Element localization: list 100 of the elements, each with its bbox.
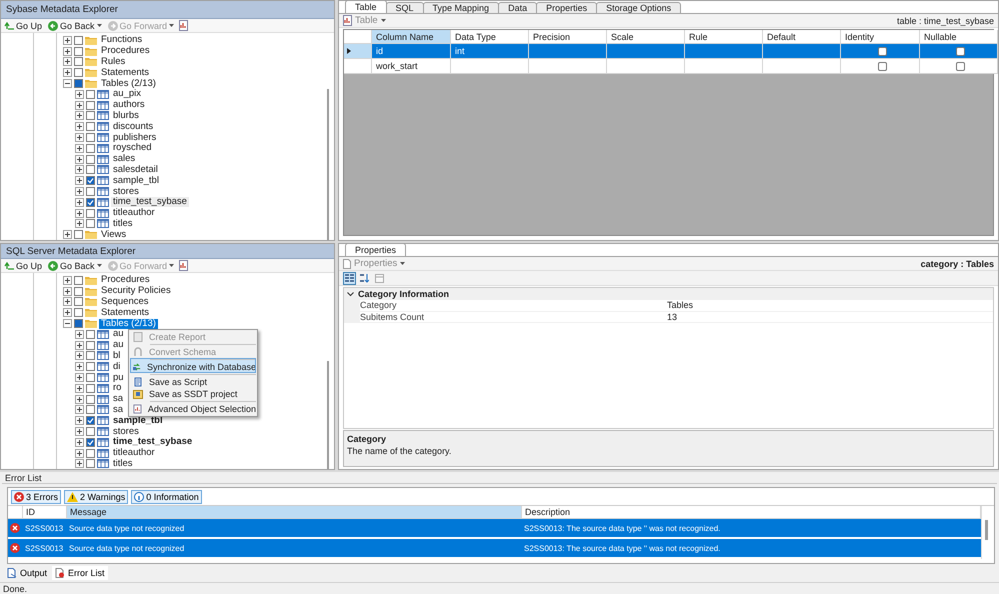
tree-item[interactable]: salesdetail: [111, 164, 160, 175]
expand-icon[interactable]: [75, 176, 84, 186]
expand-icon[interactable]: [75, 438, 84, 447]
table-cell[interactable]: [8, 519, 23, 537]
tab[interactable]: Type Mapping: [422, 2, 500, 13]
checkbox[interactable]: [74, 276, 83, 285]
tree-item[interactable]: sample_tbl: [111, 416, 165, 426]
checkbox[interactable]: [86, 122, 95, 132]
tree-item[interactable]: Statements: [99, 308, 152, 318]
filter-button[interactable]: 2 Warnings: [64, 490, 128, 504]
checkbox[interactable]: [86, 416, 95, 426]
expand-icon[interactable]: [75, 340, 84, 350]
tree-item[interactable]: stores: [111, 186, 141, 197]
expand-icon[interactable]: [75, 154, 84, 164]
checkbox[interactable]: [74, 297, 83, 306]
checkbox[interactable]: [74, 57, 83, 66]
checkbox[interactable]: [86, 176, 95, 186]
expand-icon[interactable]: [63, 68, 72, 78]
checkbox[interactable]: [86, 219, 95, 228]
checkbox[interactable]: [74, 308, 83, 318]
column-header[interactable]: Default: [763, 30, 841, 44]
expand-icon[interactable]: [75, 384, 84, 393]
table-cell[interactable]: int: [451, 44, 529, 59]
checkbox[interactable]: [86, 340, 95, 350]
table-cell[interactable]: [841, 59, 920, 74]
table-cell[interactable]: work_start: [372, 59, 451, 74]
column-header[interactable]: Identity: [841, 30, 920, 44]
menu-item[interactable]: Advanced Object Selection: [130, 400, 256, 415]
checkbox[interactable]: [878, 62, 886, 70]
column-header[interactable]: Column Name: [372, 30, 451, 44]
report-icon[interactable]: [179, 20, 188, 31]
tree-item[interactable]: time_test_sybase: [111, 197, 189, 208]
expand-icon[interactable]: [75, 219, 84, 228]
checkbox[interactable]: [86, 438, 95, 447]
table-cell[interactable]: [8, 539, 23, 557]
tab[interactable]: Data: [498, 2, 538, 13]
tree-item[interactable]: publishers: [111, 132, 158, 143]
tree-item[interactable]: Rules: [99, 56, 128, 67]
expand-icon[interactable]: [75, 165, 84, 174]
column-header[interactable]: Precision: [529, 30, 607, 44]
nav-button[interactable]: Go Up: [3, 259, 44, 272]
checkbox[interactable]: [956, 46, 965, 56]
checkbox[interactable]: [74, 46, 83, 56]
property-row[interactable]: Subitems Count 13: [344, 312, 993, 323]
table-cell[interactable]: S2SS0013: The source data type '' was not recognized.: [522, 539, 981, 557]
expand-icon[interactable]: [75, 111, 84, 120]
column-header[interactable]: Nullable: [920, 30, 998, 44]
expand-icon[interactable]: [63, 297, 72, 306]
tree-item[interactable]: au_pix: [111, 89, 143, 100]
tree-item[interactable]: Procedures: [99, 275, 152, 286]
expand-icon[interactable]: [75, 351, 84, 360]
expand-icon[interactable]: [63, 46, 72, 56]
table-cell[interactable]: S2SS0013: [23, 539, 67, 557]
checkbox[interactable]: [86, 187, 95, 196]
column-header[interactable]: Message: [67, 506, 522, 519]
expand-icon[interactable]: [75, 100, 84, 110]
expand-icon[interactable]: [75, 133, 84, 142]
checkbox[interactable]: [86, 384, 95, 393]
tree-item[interactable]: titleauthor: [111, 208, 157, 218]
checkbox[interactable]: [86, 144, 95, 153]
tree-item[interactable]: Security Policies: [99, 286, 173, 296]
tree-item[interactable]: Functions: [99, 35, 144, 46]
menu-item[interactable]: Synchronize with Database: [130, 358, 256, 373]
expand-icon[interactable]: [75, 208, 84, 218]
expand-icon[interactable]: [75, 198, 84, 207]
expand-icon[interactable]: [63, 36, 72, 45]
column-header[interactable]: Scale: [607, 30, 685, 44]
checkbox[interactable]: [86, 373, 95, 382]
checkbox[interactable]: [74, 68, 83, 78]
tree-item[interactable]: Tables (2/13): [99, 318, 158, 329]
tree-item[interactable]: titleauthor: [111, 448, 157, 458]
tree-item[interactable]: di: [111, 362, 122, 372]
column-header[interactable]: Description: [522, 506, 981, 519]
checkbox[interactable]: [86, 405, 95, 414]
tab[interactable]: Output: [4, 566, 50, 580]
filter-button[interactable]: 3 Errors: [11, 490, 62, 504]
checkbox[interactable]: [86, 154, 95, 164]
table-cell[interactable]: [763, 44, 841, 59]
tree-item[interactable]: blurbs: [111, 110, 141, 121]
table-cell[interactable]: [920, 59, 998, 74]
expand-icon[interactable]: [75, 373, 84, 382]
checkbox[interactable]: [74, 230, 83, 240]
tree-item[interactable]: Statements: [99, 68, 152, 78]
table-cell[interactable]: [529, 59, 607, 74]
checkbox[interactable]: [86, 362, 95, 372]
table-cell[interactable]: [685, 59, 763, 74]
nav-button[interactable]: Go Back: [47, 19, 103, 32]
tree-item[interactable]: authors: [111, 100, 147, 110]
expand-icon[interactable]: [63, 230, 72, 240]
tab[interactable]: Properties: [345, 244, 406, 256]
checkbox[interactable]: [86, 100, 95, 110]
expand-icon[interactable]: [75, 330, 84, 339]
tab[interactable]: Error List: [52, 566, 108, 580]
table-cell[interactable]: [685, 44, 763, 59]
report-icon[interactable]: [179, 260, 188, 271]
checkbox[interactable]: [86, 90, 95, 99]
column-header[interactable]: Data Type: [451, 30, 529, 44]
checkbox[interactable]: [86, 459, 95, 468]
table-cell[interactable]: S2SS0013: [23, 519, 67, 537]
tree-item[interactable]: Views: [99, 230, 128, 240]
